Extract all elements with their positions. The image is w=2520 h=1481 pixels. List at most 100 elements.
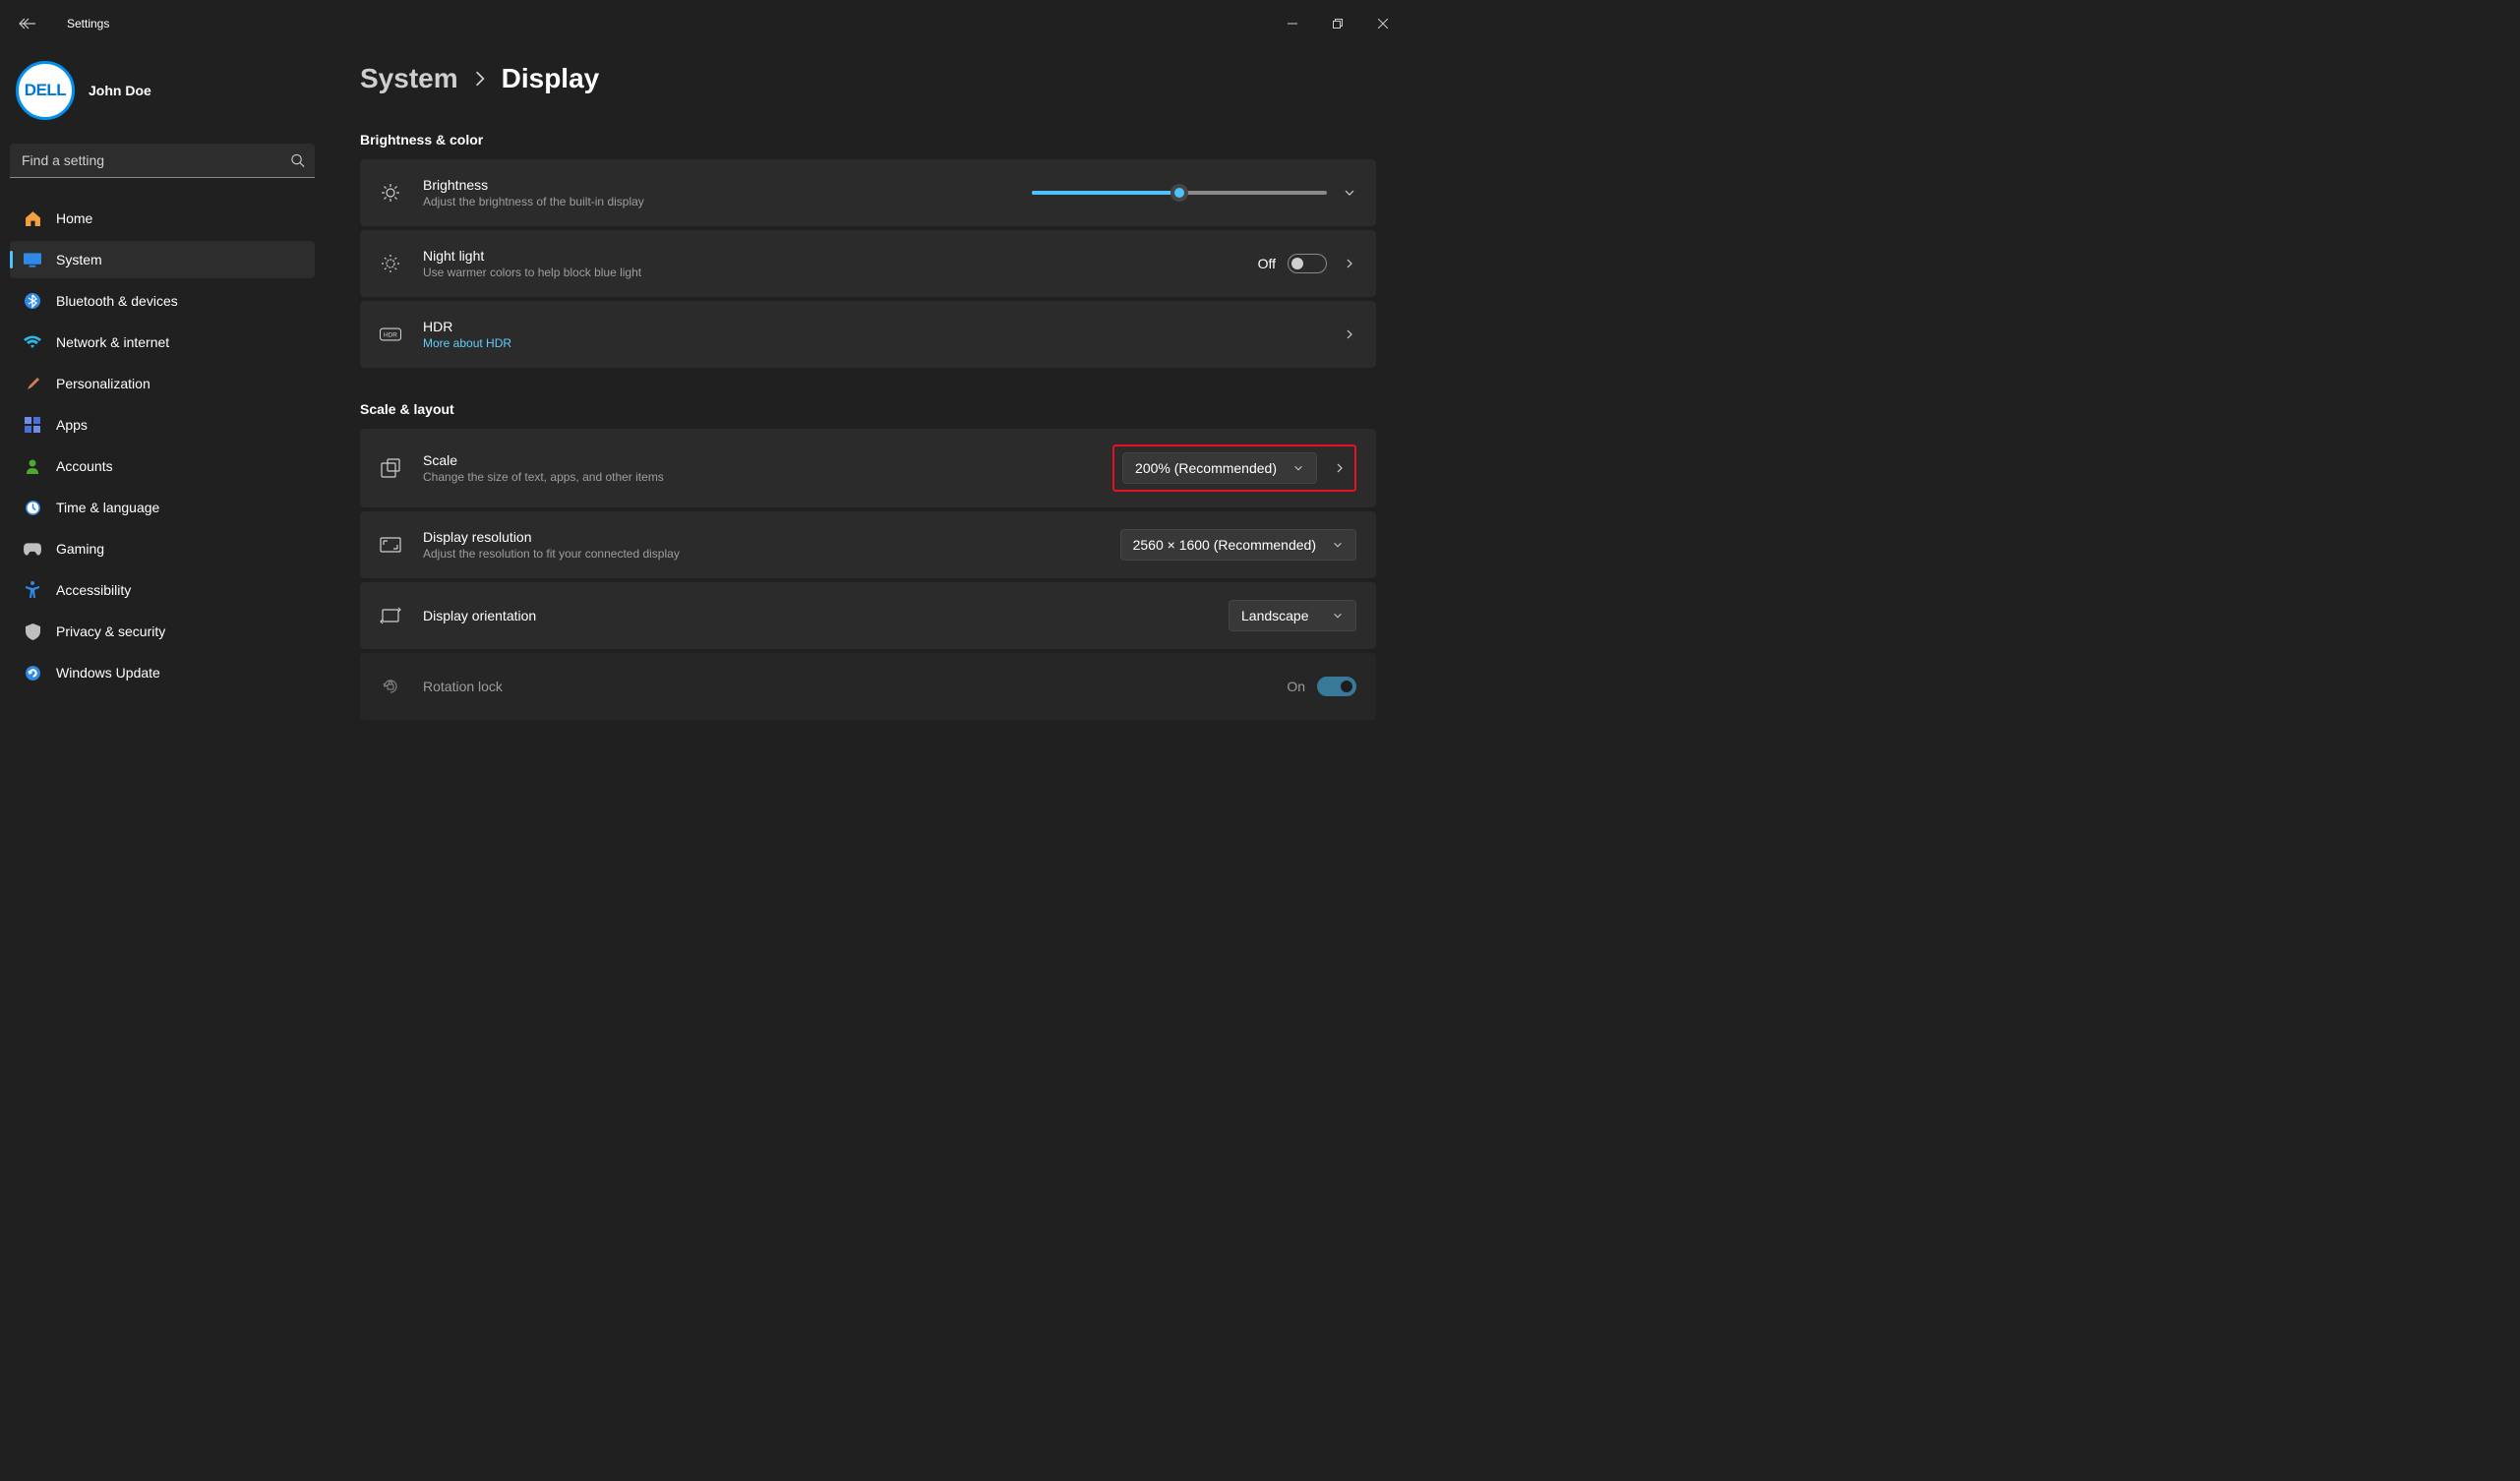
scale-icon xyxy=(380,458,401,478)
resolution-sub: Adjust the resolution to fit your connec… xyxy=(423,547,1099,561)
avatar: DELL xyxy=(16,61,75,120)
night-light-state: Off xyxy=(1258,256,1276,271)
nav-label: Home xyxy=(56,210,92,226)
nav-system[interactable]: System xyxy=(10,241,315,278)
search-icon xyxy=(290,153,305,168)
nav-label: Time & language xyxy=(56,500,159,515)
rotation-lock-icon xyxy=(380,677,401,696)
main-content: System Display Brightness & color Bright… xyxy=(325,47,1406,825)
breadcrumb-parent[interactable]: System xyxy=(360,63,458,94)
system-icon xyxy=(24,251,41,268)
user-profile[interactable]: DELL John Doe xyxy=(10,55,315,144)
nav-label: System xyxy=(56,252,102,267)
chevron-right-icon[interactable] xyxy=(1333,461,1347,475)
chevron-down-icon xyxy=(1332,539,1344,551)
nav-home[interactable]: Home xyxy=(10,200,315,237)
wifi-icon xyxy=(24,333,41,351)
rotation-lock-title: Rotation lock xyxy=(423,679,1265,694)
sidebar: DELL John Doe Home System xyxy=(0,47,325,825)
person-icon xyxy=(24,457,41,475)
nav-label: Privacy & security xyxy=(56,623,165,639)
section-title-scale: Scale & layout xyxy=(360,401,1376,417)
nav-time[interactable]: Time & language xyxy=(10,489,315,526)
nav-update[interactable]: Windows Update xyxy=(10,654,315,691)
scale-highlight: 200% (Recommended) xyxy=(1112,444,1356,492)
slider-fill xyxy=(1032,191,1179,195)
card-hdr[interactable]: HDR HDR More about HDR xyxy=(360,301,1376,368)
gamepad-icon xyxy=(24,540,41,558)
chevron-down-icon xyxy=(1292,462,1304,474)
rotation-lock-toggle xyxy=(1317,677,1356,696)
minimize-button[interactable] xyxy=(1270,8,1315,39)
scale-title: Scale xyxy=(423,452,1091,468)
card-rotation-lock: Rotation lock On xyxy=(360,653,1376,720)
orientation-dropdown[interactable]: Landscape xyxy=(1229,600,1356,631)
shield-icon xyxy=(24,622,41,640)
hdr-icon: HDR xyxy=(380,327,401,341)
nav-label: Accounts xyxy=(56,458,113,474)
brightness-slider[interactable] xyxy=(1032,191,1327,195)
svg-text:HDR: HDR xyxy=(384,332,397,339)
nav-list: Home System Bluetooth & devices Network … xyxy=(10,200,315,691)
chevron-right-icon[interactable] xyxy=(1343,327,1356,341)
orientation-title: Display orientation xyxy=(423,608,1207,623)
card-night-light[interactable]: Night light Use warmer colors to help bl… xyxy=(360,230,1376,297)
resolution-title: Display resolution xyxy=(423,529,1099,545)
nav-apps[interactable]: Apps xyxy=(10,406,315,444)
sun-icon xyxy=(380,183,401,203)
nav-label: Gaming xyxy=(56,541,104,557)
night-light-icon xyxy=(380,254,401,273)
maximize-button[interactable] xyxy=(1315,8,1360,39)
clock-icon xyxy=(24,499,41,516)
nav-gaming[interactable]: Gaming xyxy=(10,530,315,567)
back-button[interactable] xyxy=(8,4,47,43)
card-scale[interactable]: Scale Change the size of text, apps, and… xyxy=(360,429,1376,507)
app-title: Settings xyxy=(67,17,109,30)
rotation-lock-state: On xyxy=(1287,679,1305,694)
breadcrumb-current: Display xyxy=(502,63,600,94)
toggle-knob xyxy=(1291,258,1303,269)
toggle-knob xyxy=(1341,681,1352,692)
resolution-icon xyxy=(380,537,401,553)
bluetooth-icon xyxy=(24,292,41,310)
nav-label: Accessibility xyxy=(56,582,131,598)
card-resolution[interactable]: Display resolution Adjust the resolution… xyxy=(360,511,1376,578)
home-icon xyxy=(24,209,41,227)
nav-network[interactable]: Network & internet xyxy=(10,324,315,361)
scale-value: 200% (Recommended) xyxy=(1135,460,1277,476)
card-brightness[interactable]: Brightness Adjust the brightness of the … xyxy=(360,159,1376,226)
resolution-value: 2560 × 1600 (Recommended) xyxy=(1133,537,1316,553)
card-orientation[interactable]: Display orientation Landscape xyxy=(360,582,1376,649)
nav-accessibility[interactable]: Accessibility xyxy=(10,571,315,609)
apps-icon xyxy=(24,416,41,434)
search-input[interactable] xyxy=(10,144,315,177)
nav-accounts[interactable]: Accounts xyxy=(10,447,315,485)
nav-label: Apps xyxy=(56,417,88,433)
scale-dropdown[interactable]: 200% (Recommended) xyxy=(1122,452,1317,484)
nav-bluetooth[interactable]: Bluetooth & devices xyxy=(10,282,315,320)
slider-thumb[interactable] xyxy=(1170,184,1188,202)
nav-label: Bluetooth & devices xyxy=(56,293,178,309)
orientation-icon xyxy=(380,607,401,624)
section-title-brightness: Brightness & color xyxy=(360,132,1376,148)
hdr-link[interactable]: More about HDR xyxy=(423,336,1321,350)
nav-label: Personalization xyxy=(56,376,150,391)
update-icon xyxy=(24,664,41,681)
brightness-sub: Adjust the brightness of the built-in di… xyxy=(423,195,1010,208)
nav-privacy[interactable]: Privacy & security xyxy=(10,613,315,650)
window-controls xyxy=(1270,8,1406,39)
scale-sub: Change the size of text, apps, and other… xyxy=(423,470,1091,484)
hdr-title: HDR xyxy=(423,319,1321,334)
night-light-sub: Use warmer colors to help block blue lig… xyxy=(423,266,1236,279)
close-button[interactable] xyxy=(1360,8,1406,39)
username: John Doe xyxy=(89,83,151,98)
resolution-dropdown[interactable]: 2560 × 1600 (Recommended) xyxy=(1120,529,1356,561)
nav-personalization[interactable]: Personalization xyxy=(10,365,315,402)
nav-label: Windows Update xyxy=(56,665,160,681)
chevron-down-icon[interactable] xyxy=(1343,186,1356,200)
breadcrumb: System Display xyxy=(360,63,1376,94)
search-box[interactable] xyxy=(10,144,315,178)
brightness-title: Brightness xyxy=(423,177,1010,193)
chevron-right-icon[interactable] xyxy=(1343,257,1356,270)
night-light-toggle[interactable] xyxy=(1288,254,1327,273)
